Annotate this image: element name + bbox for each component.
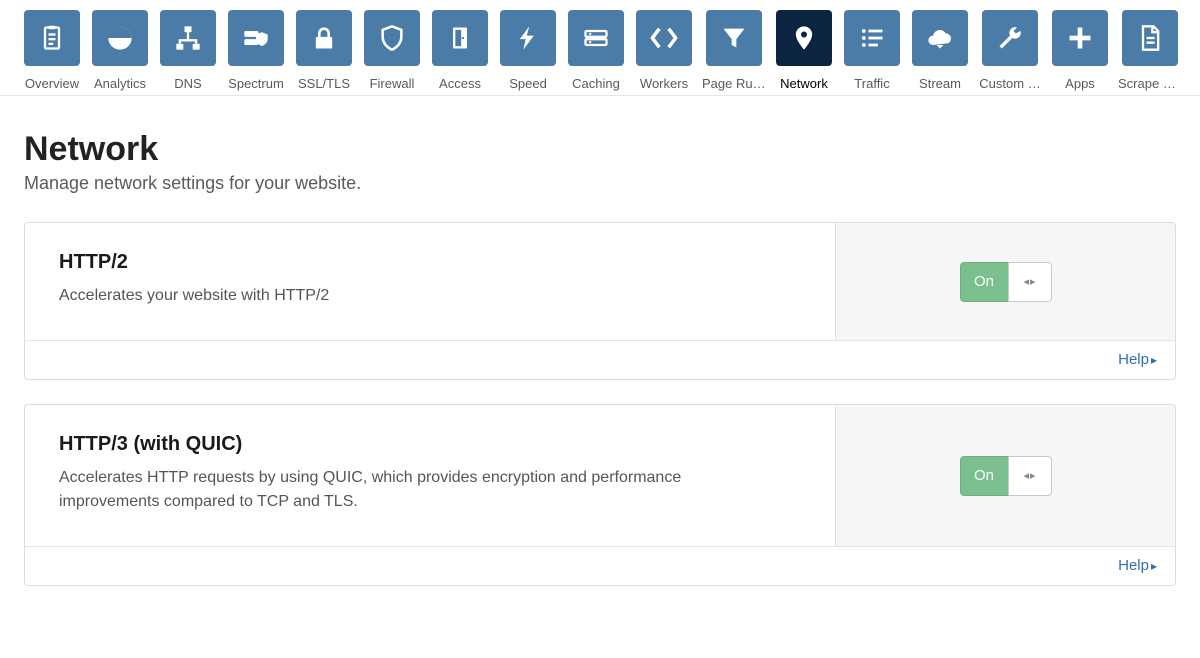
funnel-icon bbox=[706, 10, 762, 66]
nav-item-custom[interactable]: Custom … bbox=[980, 10, 1040, 91]
nav-item-ssl[interactable]: SSL/TLS bbox=[296, 10, 352, 91]
pie-icon bbox=[92, 10, 148, 66]
shield-icon bbox=[364, 10, 420, 66]
nav-label: Firewall bbox=[370, 76, 415, 91]
card-desc: Accelerates your website with HTTP/2 bbox=[59, 284, 699, 308]
lock-icon bbox=[296, 10, 352, 66]
bolt-icon bbox=[500, 10, 556, 66]
sitemap-icon bbox=[160, 10, 216, 66]
help-link[interactable]: Help▸ bbox=[1118, 557, 1157, 574]
clipboard-icon bbox=[24, 10, 80, 66]
top-nav: Overview Analytics DNS Spectrum SSL/TLS Firew… bbox=[0, 0, 1200, 96]
wrench-icon bbox=[982, 10, 1038, 66]
nav-label: Scrape S… bbox=[1118, 76, 1182, 91]
help-label: Help bbox=[1118, 557, 1149, 574]
page-subtitle: Manage network settings for your website… bbox=[24, 173, 1176, 194]
brackets-icon bbox=[636, 10, 692, 66]
nav-item-pagerules[interactable]: Page Rules bbox=[704, 10, 764, 91]
card-desc: Accelerates HTTP requests by using QUIC,… bbox=[59, 466, 699, 514]
help-label: Help bbox=[1118, 351, 1149, 368]
nav-label: SSL/TLS bbox=[298, 76, 350, 91]
nav-label: Page Rules bbox=[702, 76, 766, 91]
doc-icon bbox=[1122, 10, 1178, 66]
nav-label: Caching bbox=[572, 76, 620, 91]
nav-item-workers[interactable]: Workers bbox=[636, 10, 692, 91]
nav-item-apps[interactable]: Apps bbox=[1052, 10, 1108, 91]
nav-item-caching[interactable]: Caching bbox=[568, 10, 624, 91]
toggle-on-label: On bbox=[960, 456, 1008, 496]
list-icon bbox=[844, 10, 900, 66]
chevron-right-icon: ▸ bbox=[1151, 559, 1157, 573]
pin-icon bbox=[776, 10, 832, 66]
card-http3: HTTP/3 (with QUIC) Accelerates HTTP requ… bbox=[24, 404, 1176, 586]
card-side: On ◂▸ bbox=[835, 223, 1175, 340]
nav-label: Overview bbox=[25, 76, 79, 91]
nav-item-access[interactable]: Access bbox=[432, 10, 488, 91]
nav-label: Custom … bbox=[979, 76, 1040, 91]
nav-label: Network bbox=[780, 76, 828, 91]
nav-label: Stream bbox=[919, 76, 961, 91]
toggle-http3[interactable]: On ◂▸ bbox=[960, 456, 1052, 496]
card-side: On ◂▸ bbox=[835, 405, 1175, 546]
nav-item-dns[interactable]: DNS bbox=[160, 10, 216, 91]
nav-label: Spectrum bbox=[228, 76, 284, 91]
help-link[interactable]: Help▸ bbox=[1118, 351, 1157, 368]
page-body: Network Manage network settings for your… bbox=[0, 96, 1200, 634]
nav-item-spectrum[interactable]: Spectrum bbox=[228, 10, 284, 91]
nav-item-analytics[interactable]: Analytics bbox=[92, 10, 148, 91]
page-title: Network bbox=[24, 130, 1176, 169]
chevron-right-icon: ▸ bbox=[1151, 353, 1157, 367]
nav-label: Speed bbox=[509, 76, 547, 91]
toggle-on-label: On bbox=[960, 262, 1008, 302]
plus-icon bbox=[1052, 10, 1108, 66]
nav-item-firewall[interactable]: Firewall bbox=[364, 10, 420, 91]
card-title: HTTP/3 (with QUIC) bbox=[59, 433, 801, 456]
toggle-http2[interactable]: On ◂▸ bbox=[960, 262, 1052, 302]
nav-label: Workers bbox=[640, 76, 688, 91]
nav-label: Access bbox=[439, 76, 481, 91]
card-title: HTTP/2 bbox=[59, 251, 801, 274]
nav-item-overview[interactable]: Overview bbox=[24, 10, 80, 91]
nav-label: Apps bbox=[1065, 76, 1095, 91]
toggle-knob-icon: ◂▸ bbox=[1008, 456, 1052, 496]
nav-item-traffic[interactable]: Traffic bbox=[844, 10, 900, 91]
nav-item-stream[interactable]: Stream bbox=[912, 10, 968, 91]
cloud-icon bbox=[912, 10, 968, 66]
nav-label: Analytics bbox=[94, 76, 146, 91]
nav-item-network[interactable]: Network bbox=[776, 10, 832, 91]
toggle-knob-icon: ◂▸ bbox=[1008, 262, 1052, 302]
drive-icon bbox=[568, 10, 624, 66]
server-shield-icon bbox=[228, 10, 284, 66]
card-http2: HTTP/2 Accelerates your website with HTT… bbox=[24, 222, 1176, 380]
nav-item-speed[interactable]: Speed bbox=[500, 10, 556, 91]
nav-item-scrape[interactable]: Scrape S… bbox=[1120, 10, 1180, 91]
door-icon bbox=[432, 10, 488, 66]
nav-label: Traffic bbox=[854, 76, 889, 91]
nav-label: DNS bbox=[174, 76, 201, 91]
